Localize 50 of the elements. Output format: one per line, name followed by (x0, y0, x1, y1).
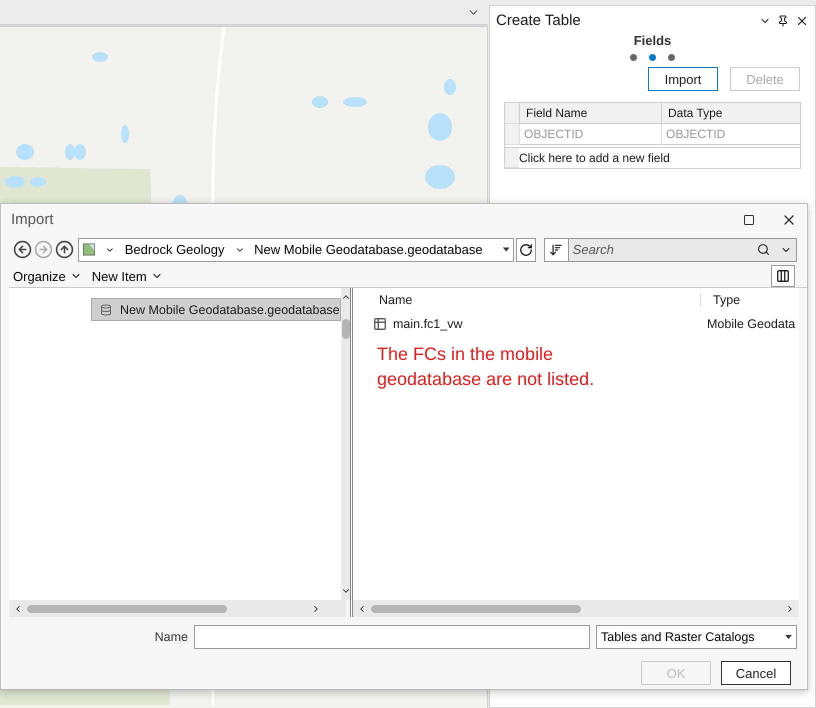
search-field[interactable]: Search (544, 238, 797, 262)
add-field-row[interactable]: Click here to add a new field (519, 148, 800, 168)
refresh-icon (518, 242, 533, 256)
database-icon (100, 304, 112, 316)
step-title: Fields (634, 33, 672, 48)
horizontal-scrollbar[interactable] (353, 600, 799, 617)
back-button[interactable] (13, 240, 32, 259)
breadcrumb-item[interactable]: New Mobile Geodatabase.geodatabase (254, 242, 483, 257)
horizontal-scrollbar[interactable] (9, 600, 346, 617)
map-icon (83, 242, 96, 257)
step-dot[interactable] (668, 54, 675, 61)
column-header[interactable]: Name (353, 293, 701, 307)
name-field[interactable] (194, 625, 590, 649)
dialog-title: Import (11, 211, 55, 228)
toolbar-menu[interactable]: Organize (13, 268, 82, 284)
up-button[interactable] (55, 240, 74, 259)
step-dot[interactable] (649, 54, 656, 61)
view-button[interactable] (771, 265, 795, 287)
sort-icon[interactable] (549, 242, 564, 256)
column-header[interactable]: Type (701, 293, 799, 307)
pane-title: Create Table (496, 12, 582, 29)
table-cell: OBJECTID (519, 124, 661, 145)
forward-icon (34, 240, 53, 259)
search-field[interactable]: Search (568, 242, 757, 257)
tree-item[interactable]: New Mobile Geodatabase.geodatabase (91, 298, 341, 321)
column-header[interactable]: Field Name (519, 103, 661, 124)
toolbar-menu[interactable]: New Item (92, 268, 163, 284)
back-icon (13, 240, 32, 259)
type-cell-text: Mobile Geodata (706, 317, 796, 331)
vertical-scrollbar[interactable] (340, 288, 351, 600)
pane-button[interactable]: Import (648, 67, 718, 91)
list-item[interactable]: main.fc1_vw (353, 317, 701, 331)
maximize-icon[interactable] (743, 214, 755, 226)
columns-icon (776, 269, 790, 283)
column-header[interactable]: Data Type (661, 103, 800, 124)
dropdown-icon[interactable] (502, 247, 510, 252)
dialog-button[interactable]: Cancel (721, 661, 791, 685)
annotation-text: The FCs in the mobile geodatabase are not listed. (377, 343, 596, 391)
step-dot[interactable] (630, 54, 637, 61)
breadcrumb-bar[interactable]: Bedrock Geology New Mobile Geodatabase.geodatabase (78, 238, 514, 262)
breadcrumb-item[interactable]: Bedrock Geology (124, 242, 224, 257)
table-cell: OBJECTID (661, 124, 800, 145)
pin-icon[interactable] (777, 14, 789, 26)
name-label: Name (154, 630, 188, 644)
search-icon[interactable] (757, 243, 770, 256)
refresh-button[interactable] (516, 238, 536, 262)
scroll-thumb[interactable] (342, 319, 350, 339)
filter-dropdown[interactable]: Tables and Raster Catalogs (596, 625, 797, 649)
table-icon (373, 317, 387, 331)
dropdown-icon (785, 635, 792, 639)
